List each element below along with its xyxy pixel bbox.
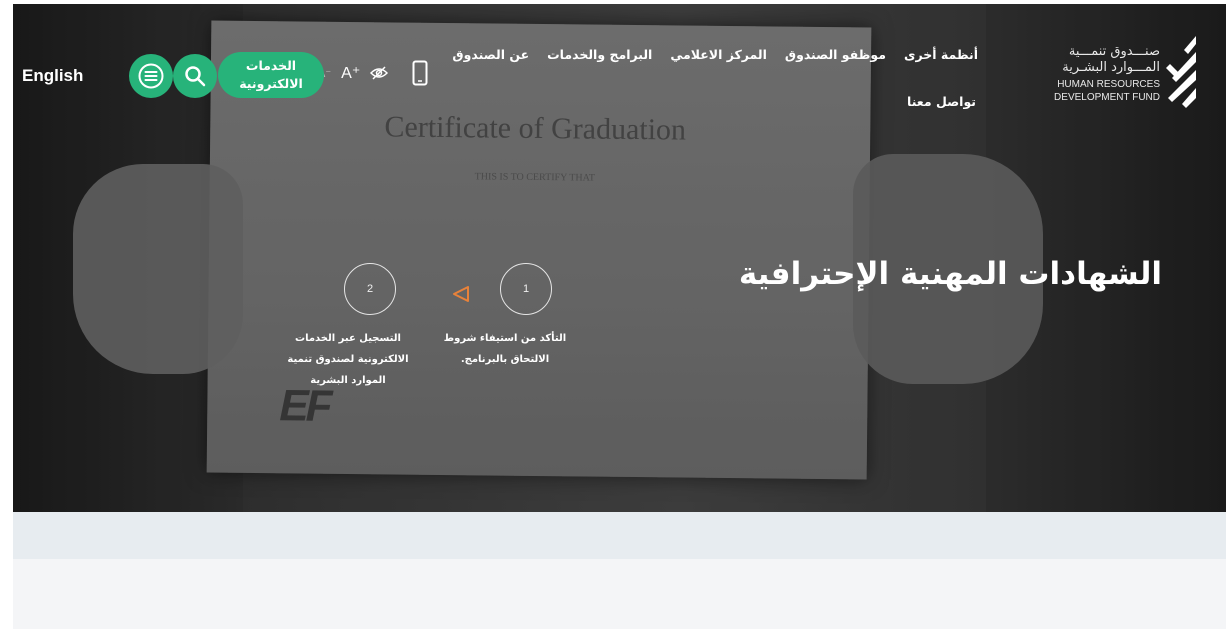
nav-programs[interactable]: البرامج والخدمات bbox=[547, 47, 652, 62]
nav-contact-us[interactable]: تواصل معنا bbox=[907, 94, 976, 109]
mobile-icon[interactable] bbox=[412, 60, 428, 86]
nav-other-systems[interactable]: أنظمة أخرى bbox=[904, 47, 978, 62]
step-2-line1: التسجيل عبر الخدمات bbox=[295, 333, 401, 344]
step-1-line2: الالتحاق بالبرنامج. bbox=[460, 354, 550, 365]
menu-button[interactable] bbox=[129, 54, 173, 98]
step-2-line2: الالكترونية لصندوق تنمية bbox=[287, 354, 409, 365]
search-icon bbox=[185, 66, 206, 87]
eservices-line2: الالكترونية bbox=[239, 76, 303, 91]
step-arrow-icon bbox=[453, 286, 469, 302]
secondary-nav: تواصل معنا bbox=[907, 91, 976, 110]
logo-arabic-line2: المـــوارد البشـرية bbox=[1062, 60, 1160, 75]
page-title: الشهادات المهنية الإحترافية bbox=[738, 256, 1162, 292]
logo-arabic-line1: صنـــدوق تنمـــية bbox=[1068, 44, 1160, 59]
font-increase-button[interactable]: A⁺ bbox=[341, 63, 360, 83]
content-section bbox=[13, 559, 1226, 629]
nav-fund-employees[interactable]: موظفو الصندوق bbox=[785, 47, 886, 62]
accessibility-tools: A⁻ A⁺ bbox=[318, 60, 428, 86]
logo-english-line1: HUMAN RESOURCES bbox=[1057, 79, 1160, 90]
main-nav: عن الصندوق البرامج والخدمات المركز الاعل… bbox=[452, 47, 978, 62]
step-1-text: التأكد من استيفاء شروط الالتحاق بالبرنام… bbox=[435, 328, 575, 370]
logo-english-line2: DEVELOPMENT FUND bbox=[1054, 92, 1160, 103]
step-2-text: التسجيل عبر الخدمات الالكترونية لصندوق ت… bbox=[278, 328, 418, 391]
step-1-circle: 1 bbox=[500, 263, 552, 315]
step-1-line1: التأكد من استيفاء شروط bbox=[443, 333, 567, 344]
hrdf-logo-icon bbox=[1166, 36, 1196, 108]
nav-media-center[interactable]: المركز الاعلامي bbox=[670, 47, 767, 62]
eservices-button[interactable]: الخدمات الالكترونية bbox=[218, 52, 324, 98]
step-2-circle: 2 bbox=[344, 263, 396, 315]
language-switch[interactable]: English bbox=[22, 66, 83, 86]
nav-about[interactable]: عن الصندوق bbox=[452, 47, 529, 62]
eye-off-icon[interactable] bbox=[370, 66, 389, 80]
search-button[interactable] bbox=[173, 54, 217, 98]
hamburger-icon bbox=[138, 63, 164, 89]
step-2-line3: الموارد البشرية bbox=[310, 375, 386, 386]
hrdf-logo[interactable]: صنـــدوق تنمـــية المـــوارد البشـرية HU… bbox=[1051, 36, 1196, 116]
breadcrumb-band bbox=[13, 512, 1226, 559]
eservices-line1: الخدمات bbox=[245, 58, 297, 73]
